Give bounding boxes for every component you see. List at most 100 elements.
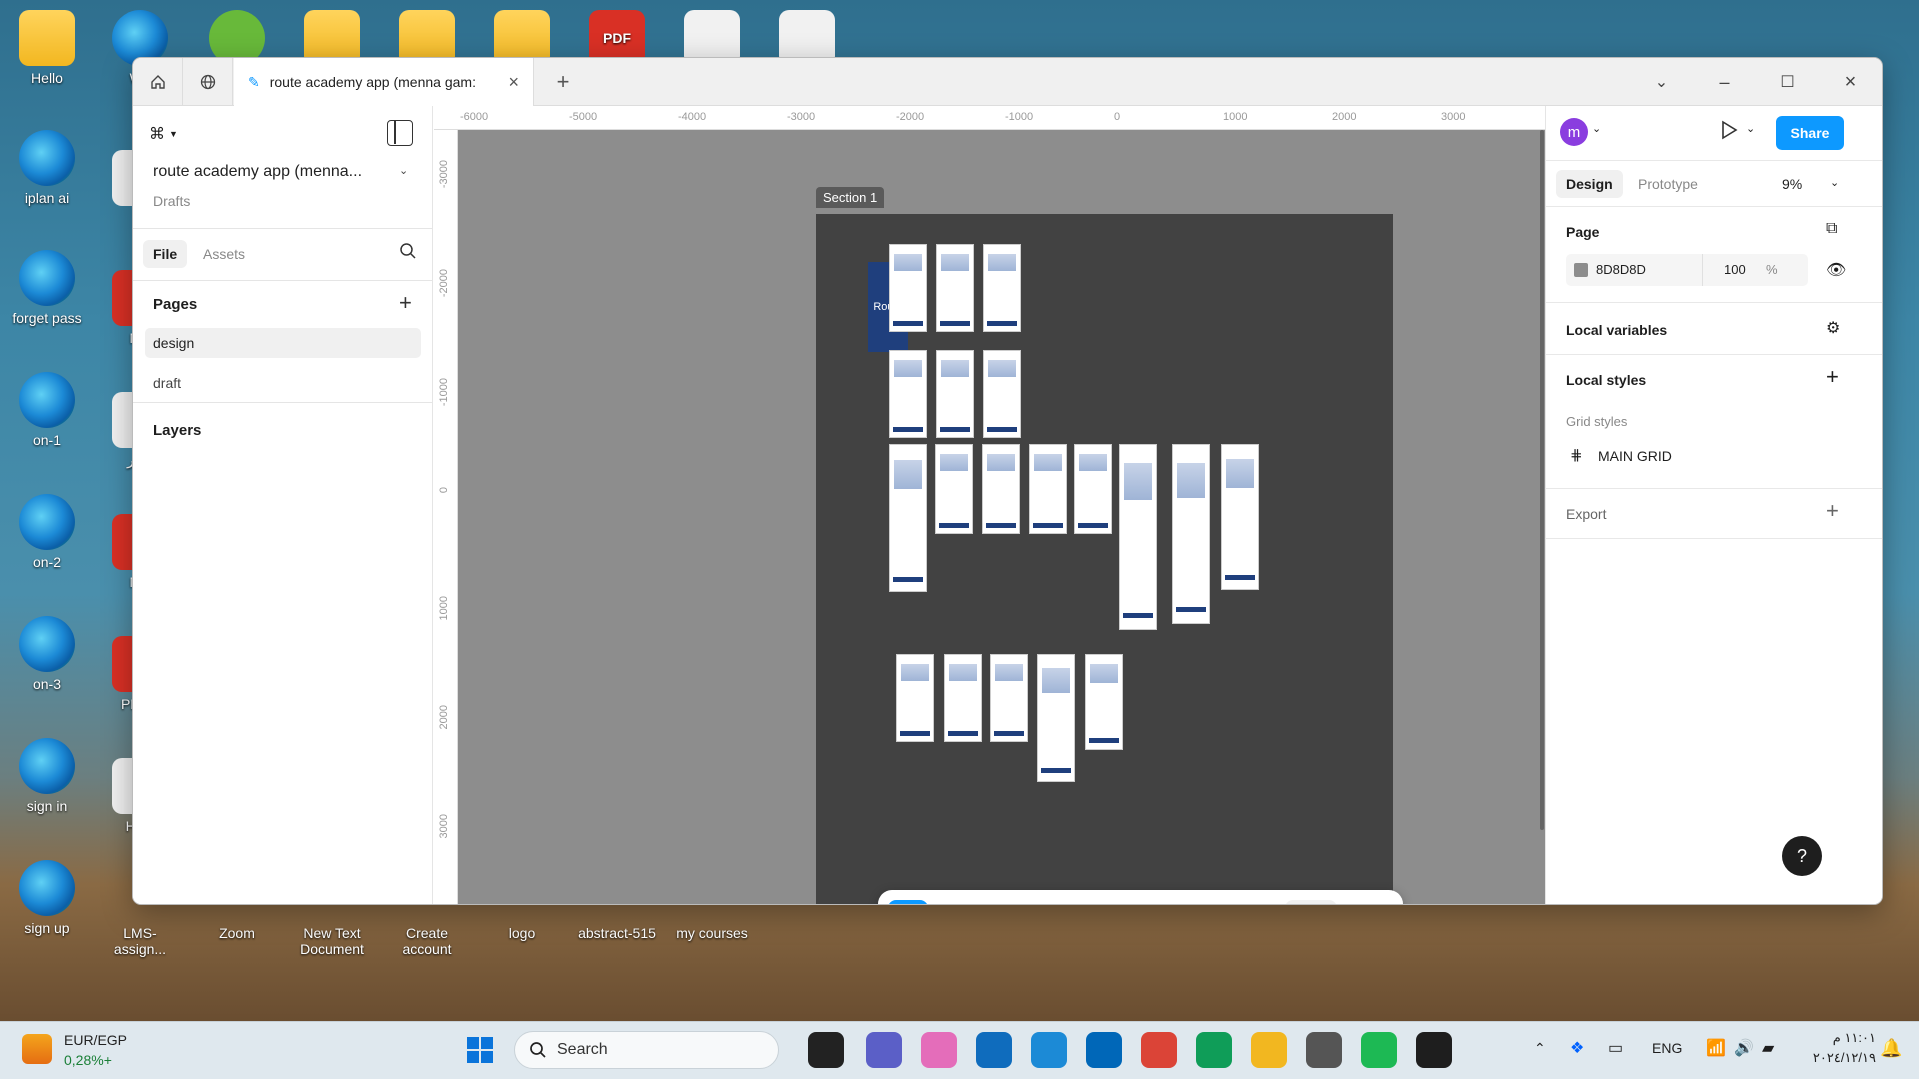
globe-icon[interactable] [183,58,233,106]
desktop-icon[interactable]: iplan ai [7,130,87,206]
show-hidden-icons-icon[interactable]: ⌃ [1534,1040,1546,1057]
page-item-design[interactable]: design [153,335,194,351]
ai-actions-icon[interactable]: ✦ [1224,900,1264,904]
rectangle-tool-icon[interactable] [1012,900,1052,904]
variables-settings-icon[interactable]: ⚙ [1826,318,1840,338]
desktop-icon[interactable]: logo [482,925,562,941]
frame-tool-icon[interactable]: # [950,900,990,904]
desktop-icon[interactable]: my courses [672,925,752,941]
file-explorer-icon[interactable] [1251,1032,1287,1068]
design-canvas[interactable]: -6000 -5000 -4000 -3000 -2000 -1000 0 1000 2000 3… [434,106,1545,904]
volume-icon[interactable]: 🔊 [1734,1038,1754,1058]
text-tool-icon[interactable]: T [1136,900,1176,904]
add-page-icon[interactable]: + [399,290,412,316]
add-style-icon[interactable]: + [1826,364,1839,390]
avatar-chevron-icon[interactable]: ⌄ [1592,122,1601,135]
mobile-screen-frame[interactable] [990,654,1028,742]
battery-icon[interactable]: ▰ [1762,1038,1774,1058]
tab-file[interactable]: File [143,240,188,268]
language-indicator[interactable]: ENG [1652,1040,1682,1056]
home-icon[interactable] [133,58,183,106]
tab-assets[interactable]: Assets [203,246,245,262]
comment-tool-icon[interactable] [1180,900,1220,904]
mobile-screen-frame[interactable] [1119,444,1157,630]
visibility-eye-icon[interactable]: 👁 [1826,260,1846,280]
taskbar-search-box[interactable]: Search [514,1031,779,1069]
page-color-hex[interactable]: 8D8D8D [1596,262,1646,277]
mobile-screen-frame[interactable] [982,444,1020,534]
desktop-icon[interactable]: abstract-515 [577,925,657,941]
tab-list-chevron-icon[interactable]: ⌄ [1630,58,1693,106]
desktop-icon[interactable]: on-3 [7,616,87,692]
mobile-screen-frame[interactable] [1074,444,1112,534]
desktop-icon[interactable]: Hello [7,10,87,86]
notification-bell-icon[interactable]: 🔔 [1880,1038,1902,1059]
minimize-button[interactable]: – [1693,58,1756,106]
desktop-icon[interactable]: New Text Document [292,925,372,957]
color-swatch[interactable] [1574,263,1588,277]
page-settings-icon[interactable]: ⧉ [1826,220,1837,238]
figma-app-icon[interactable] [1416,1032,1452,1068]
move-tool-icon[interactable] [888,900,928,904]
mobile-screen-frame[interactable] [889,444,927,592]
avatar[interactable]: m [1560,118,1588,146]
spotify-icon[interactable] [1361,1032,1397,1068]
share-button[interactable]: Share [1776,116,1844,150]
desktop-icon[interactable]: sign in [7,738,87,814]
copilot-icon[interactable] [921,1032,957,1068]
present-chevron-icon[interactable]: ⌄ [1746,122,1755,135]
local-variables-heading[interactable]: Local variables [1566,322,1667,338]
task-view-icon[interactable] [808,1032,844,1068]
section-label[interactable]: Section 1 [816,187,885,208]
maximize-button[interactable]: ☐ [1756,58,1819,106]
mobile-screen-frame[interactable] [944,654,982,742]
dropbox-icon[interactable]: ❖ [1570,1038,1584,1058]
chrome-icon[interactable] [1196,1032,1232,1068]
page-opacity[interactable]: 100 [1724,262,1746,277]
desktop-icon[interactable]: on-2 [7,494,87,570]
desktop-icon[interactable]: on-1 [7,372,87,448]
toggle-sidebar-icon[interactable] [387,120,413,146]
outlook-icon[interactable] [976,1032,1012,1068]
search-icon[interactable] [399,242,417,263]
desktop-icon[interactable]: LMS-assign... [100,925,180,957]
zoom-level[interactable]: 9% [1782,176,1802,192]
new-tab-button[interactable]: + [543,58,583,106]
mobile-screen-frame[interactable] [1085,654,1123,750]
page-item-draft[interactable]: draft [153,375,181,391]
chrome-icon[interactable] [1141,1032,1177,1068]
file-name[interactable]: route academy app (menna... [153,163,362,181]
file-menu-chevron-icon[interactable]: ⌄ [399,164,408,177]
close-tab-icon[interactable]: × [508,72,519,93]
browser-tab-active[interactable]: ✎ route academy app (menna gam: × [234,58,534,106]
main-menu-button[interactable]: ⌘ ▼ [149,120,189,148]
desktop-icon[interactable]: Zoom [197,925,277,941]
help-button[interactable]: ? [1782,836,1822,876]
settings-icon[interactable] [1306,1032,1342,1068]
canvas-scrollbar[interactable] [1540,130,1544,830]
desktop-icon[interactable]: sign up [7,860,87,936]
start-windows-icon[interactable] [462,1032,498,1068]
add-export-icon[interactable]: + [1826,498,1839,524]
mobile-screen-frame[interactable] [983,350,1021,438]
mobile-screen-frame[interactable] [889,244,927,332]
edge-browser-icon[interactable] [1031,1032,1067,1068]
mobile-screen-frame[interactable] [935,444,973,534]
mobile-screen-frame[interactable] [1221,444,1259,590]
desktop-icon[interactable]: Create account [387,925,467,957]
mobile-screen-frame[interactable] [936,350,974,438]
desktop-icon[interactable]: forget pass [7,250,87,326]
mobile-screen-frame[interactable] [889,350,927,438]
close-window-button[interactable]: × [1819,58,1882,106]
mobile-screen-frame[interactable] [983,244,1021,332]
mobile-screen-frame[interactable] [936,244,974,332]
mobile-screen-frame[interactable] [1037,654,1075,782]
wifi-icon[interactable]: 📶 [1706,1038,1726,1058]
page-fill-field[interactable]: 8D8D8D 100 % [1566,254,1808,286]
mobile-screen-frame[interactable] [1172,444,1210,624]
dev-mode-toggle-icon[interactable]: </> [1285,900,1337,904]
tab-prototype[interactable]: Prototype [1638,176,1698,192]
teams-icon[interactable] [866,1032,902,1068]
present-play-icon[interactable] [1720,120,1738,143]
mobile-screen-frame[interactable] [1029,444,1067,534]
